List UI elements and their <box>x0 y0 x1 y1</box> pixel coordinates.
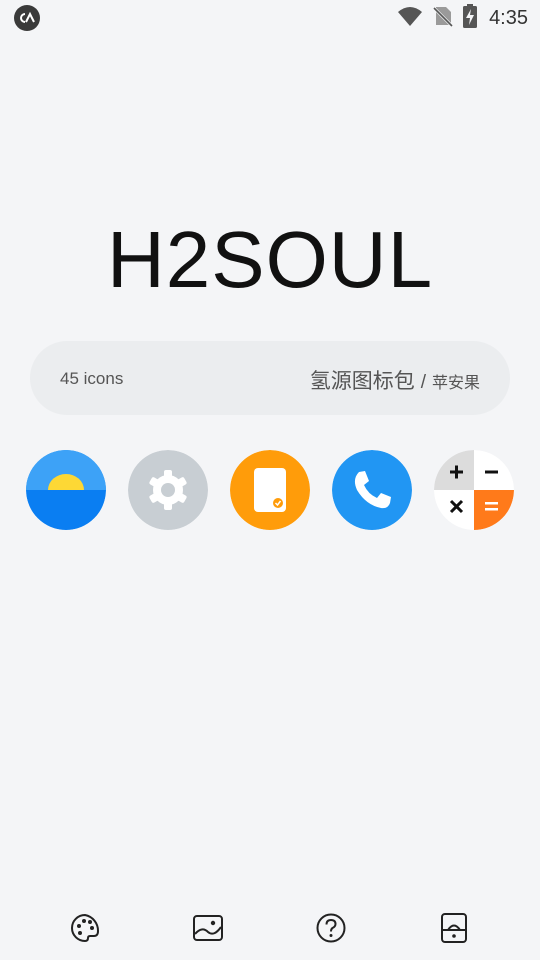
wifi-icon <box>397 5 423 32</box>
app-notification-icon <box>14 5 40 31</box>
wallpaper-icon[interactable] <box>188 908 228 948</box>
icon-pack-info: 45 icons 氢源图标包 / 苹安果 <box>30 341 510 415</box>
status-bar: 4:35 <box>0 0 540 36</box>
bottom-nav <box>0 900 540 956</box>
pack-separator: / <box>420 372 426 393</box>
tablet-icon[interactable] <box>230 450 310 530</box>
palette-icon[interactable] <box>65 908 105 948</box>
pack-subtitle: 苹安果 <box>431 375 480 392</box>
page-title: H2SOUL <box>106 215 434 304</box>
phone-icon[interactable] <box>332 450 412 530</box>
pack-name: 氢源图标包 / 苹安果 <box>310 365 480 395</box>
pack-title: 氢源图标包 <box>309 370 415 393</box>
weather-icon[interactable] <box>26 450 106 530</box>
no-sim-icon <box>433 5 454 32</box>
battery-charging-icon <box>463 3 478 33</box>
preview-icon-row <box>0 450 540 532</box>
calculator-icon[interactable] <box>434 450 514 530</box>
icon-count: 45 icons <box>60 369 124 388</box>
status-time: 4:35 <box>489 6 528 29</box>
apply-icon[interactable] <box>434 908 474 948</box>
help-icon[interactable] <box>311 908 351 948</box>
settings-icon[interactable] <box>128 450 208 530</box>
